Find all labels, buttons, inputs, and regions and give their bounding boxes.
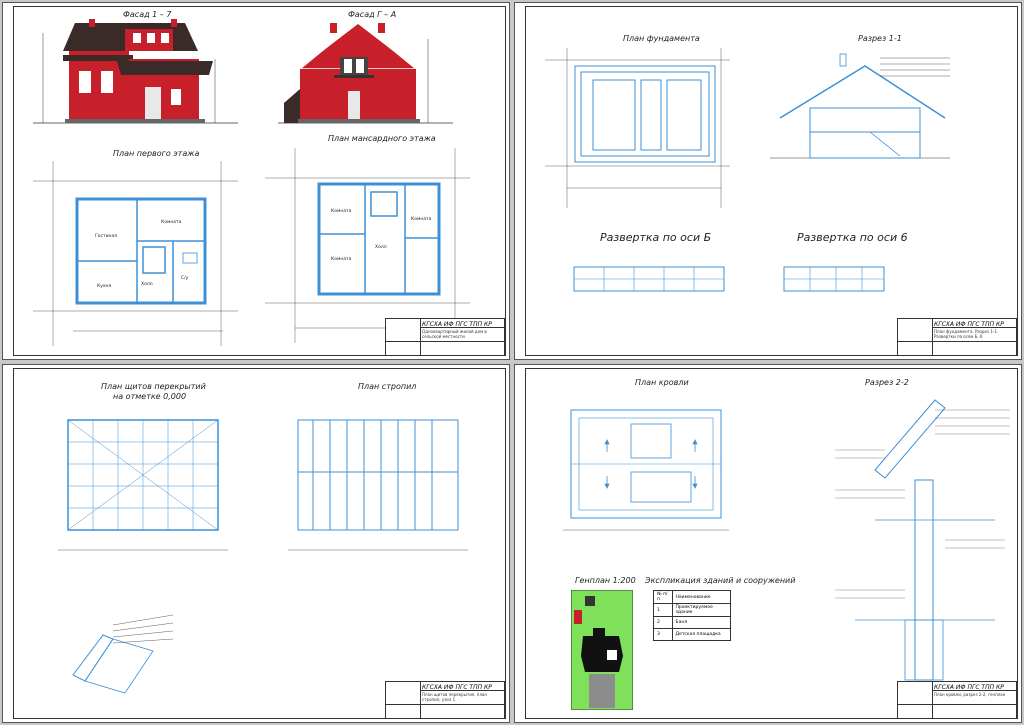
title-floor-panels-2: на отметке 0,000 bbox=[113, 392, 187, 401]
title-unfold-b: Развертка по оси Б bbox=[600, 231, 712, 244]
rafters-drawing bbox=[288, 419, 468, 551]
section-1-1-drawing bbox=[770, 53, 950, 159]
room-attic-hall: Холл bbox=[375, 244, 387, 250]
table-row: 2 Баня bbox=[653, 616, 732, 629]
title-plan-first: План первого этажа bbox=[113, 149, 200, 158]
table-cell: Проектируемое здание bbox=[671, 603, 732, 617]
title-section-1-1: Разрез 1-1 bbox=[858, 34, 902, 43]
title-unfold-6: Развертка по оси 6 bbox=[797, 231, 908, 244]
title-section-2-2: Разрез 2-2 bbox=[865, 378, 909, 387]
title-roof-plan: План кровли bbox=[635, 378, 689, 387]
title-genplan: Генплан 1:200 bbox=[575, 576, 636, 585]
foundation-plan-drawing bbox=[545, 48, 730, 208]
title-facade-1-7: Фасад 1 – 7 bbox=[123, 10, 172, 19]
table-header-num: № п/п bbox=[653, 590, 673, 604]
floor-panels-drawing bbox=[58, 419, 228, 551]
title-plan-attic: План мансардного этажа bbox=[328, 134, 436, 143]
facade-1-7-drawing bbox=[33, 19, 238, 124]
table-cell: 1 bbox=[653, 603, 673, 617]
room-room: Комната bbox=[161, 219, 182, 225]
title-floor-panels: План щитов перекрытий bbox=[101, 382, 206, 391]
title-explication: Экспликация зданий и сооружений bbox=[645, 576, 796, 585]
room-attic-3: Комната bbox=[411, 216, 432, 222]
node-1-drawing bbox=[72, 614, 174, 694]
table-cell: 3 bbox=[653, 628, 673, 641]
table-row: № п/п Наименование bbox=[653, 590, 732, 604]
sheet-1: Фасад 1 – 7 Фасад Г – А План первого эта… bbox=[2, 2, 510, 360]
stamp-code: КГСХА ИФ ПГС ТПП КР bbox=[934, 684, 1004, 691]
room-bath: С/у bbox=[181, 275, 189, 281]
stamp-code: КГСХА ИФ ПГС ТПП КР bbox=[422, 684, 492, 691]
stamp-sheet-2: КГСХА ИФ ПГС ТПП КР План фундамента. Раз… bbox=[897, 318, 1017, 356]
sheet-4: План кровли Разрез 2-2 Генплан 1:200 Экс… bbox=[514, 364, 1022, 723]
room-hall: Холл bbox=[141, 281, 153, 287]
section-2-2-drawing bbox=[835, 399, 1010, 681]
room-kitchen: Кухня bbox=[97, 283, 111, 289]
roof-plan-drawing bbox=[563, 409, 729, 531]
sheet-2: План фундамента Разрез 1-1 Развертка по … bbox=[514, 2, 1022, 360]
title-facade-g-a: Фасад Г – А bbox=[348, 10, 397, 19]
table-row: 1 Проектируемое здание bbox=[653, 603, 732, 617]
stamp-desc: Одноквартирный жилой дом в сельской мест… bbox=[422, 329, 487, 339]
stamp-desc: План щитов перекрытия, план стропил, узе… bbox=[422, 692, 487, 702]
stamp-sheet-3: КГСХА ИФ ПГС ТПП КР План щитов перекрыти… bbox=[385, 681, 505, 719]
title-rafters: План стропил bbox=[358, 382, 417, 391]
stamp-code: КГСХА ИФ ПГС ТПП КР bbox=[934, 321, 1004, 328]
title-foundation: План фундамента bbox=[623, 34, 700, 43]
unfold-6-drawing bbox=[783, 266, 885, 292]
table-cell: Баня bbox=[671, 616, 732, 629]
facade-g-a-drawing bbox=[278, 19, 453, 124]
explication-table: № п/п Наименование 1 Проектируемое здани… bbox=[653, 590, 732, 641]
table-row: 3 Детская площадка bbox=[653, 628, 732, 641]
stamp-desc: План кровли, разрез 2-2, генплан bbox=[934, 692, 1006, 697]
stamp-desc: План фундамента. Разрез 1-1. Развертки п… bbox=[934, 329, 999, 339]
stamp-code: КГСХА ИФ ПГС ТПП КР bbox=[422, 321, 492, 328]
room-attic-1: Комната bbox=[331, 208, 352, 214]
stamp-sheet-1: КГСХА ИФ ПГС ТПП КР Одноквартирный жилой… bbox=[385, 318, 505, 356]
unfold-b-drawing bbox=[573, 266, 725, 292]
genplan-drawing bbox=[571, 590, 633, 710]
table-cell: 2 bbox=[653, 616, 673, 629]
plan-first-floor-drawing: Гостиная Кухня Комната Холл С/у bbox=[33, 161, 238, 346]
table-header-name: Наименование bbox=[671, 590, 732, 604]
stamp-sheet-4: КГСХА ИФ ПГС ТПП КР План кровли, разрез … bbox=[897, 681, 1017, 719]
room-attic-2: Комната bbox=[331, 256, 352, 262]
sheet-3: План щитов перекрытий на отметке 0,000 П… bbox=[2, 364, 510, 723]
table-cell: Детская площадка bbox=[671, 628, 732, 641]
room-living: Гостиная bbox=[95, 233, 117, 239]
